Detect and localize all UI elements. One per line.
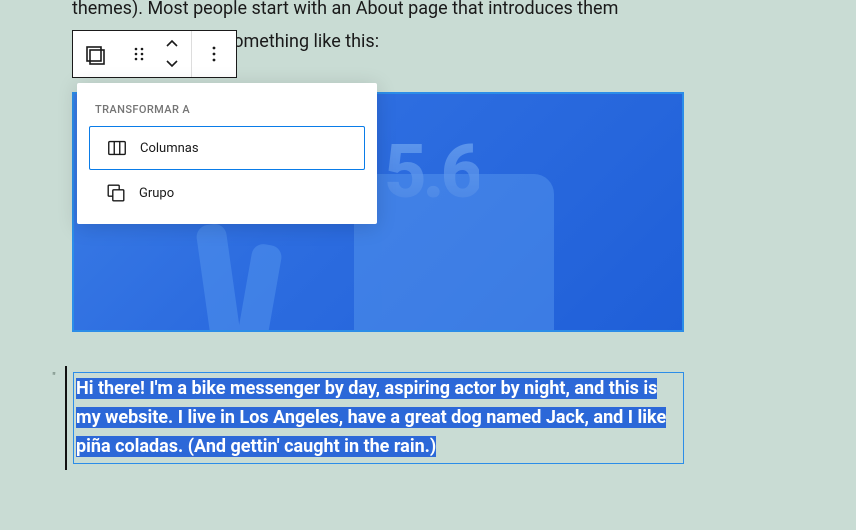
group-icon — [105, 182, 127, 204]
transform-option-label: Columnas — [140, 141, 199, 156]
drag-handle-icon — [127, 42, 151, 66]
move-down-button[interactable] — [164, 54, 180, 73]
block-type-button[interactable] — [77, 36, 113, 72]
cover-icon — [83, 42, 107, 66]
transform-option-grupo[interactable]: Grupo — [89, 172, 365, 214]
more-options-button[interactable] — [196, 36, 232, 72]
body-paragraph-line1: themes). Most people start with an About… — [0, 0, 856, 24]
drag-handle[interactable] — [121, 36, 157, 72]
cover-version-number: 5.6 — [384, 129, 479, 216]
quote-text[interactable]: Hi there! I'm a bike messenger by day, a… — [76, 378, 666, 457]
transform-option-label: Grupo — [139, 186, 174, 201]
columns-icon — [106, 137, 128, 159]
quote-selection: Hi there! I'm a bike messenger by day, a… — [73, 372, 684, 464]
move-buttons — [157, 36, 187, 72]
transform-header: TRANSFORMAR A — [77, 91, 377, 124]
chevron-down-icon — [164, 57, 180, 69]
transform-dropdown: TRANSFORMAR A Columnas Grupo — [77, 83, 377, 224]
move-up-button[interactable] — [164, 35, 180, 54]
quote-block[interactable]: " Hi there! I'm a bike messenger by day,… — [65, 366, 684, 470]
more-options-icon — [202, 42, 226, 66]
chevron-up-icon — [164, 38, 180, 50]
transform-option-columnas[interactable]: Columnas — [89, 126, 365, 170]
block-toolbar — [72, 30, 237, 78]
quote-mark: " — [52, 370, 56, 384]
